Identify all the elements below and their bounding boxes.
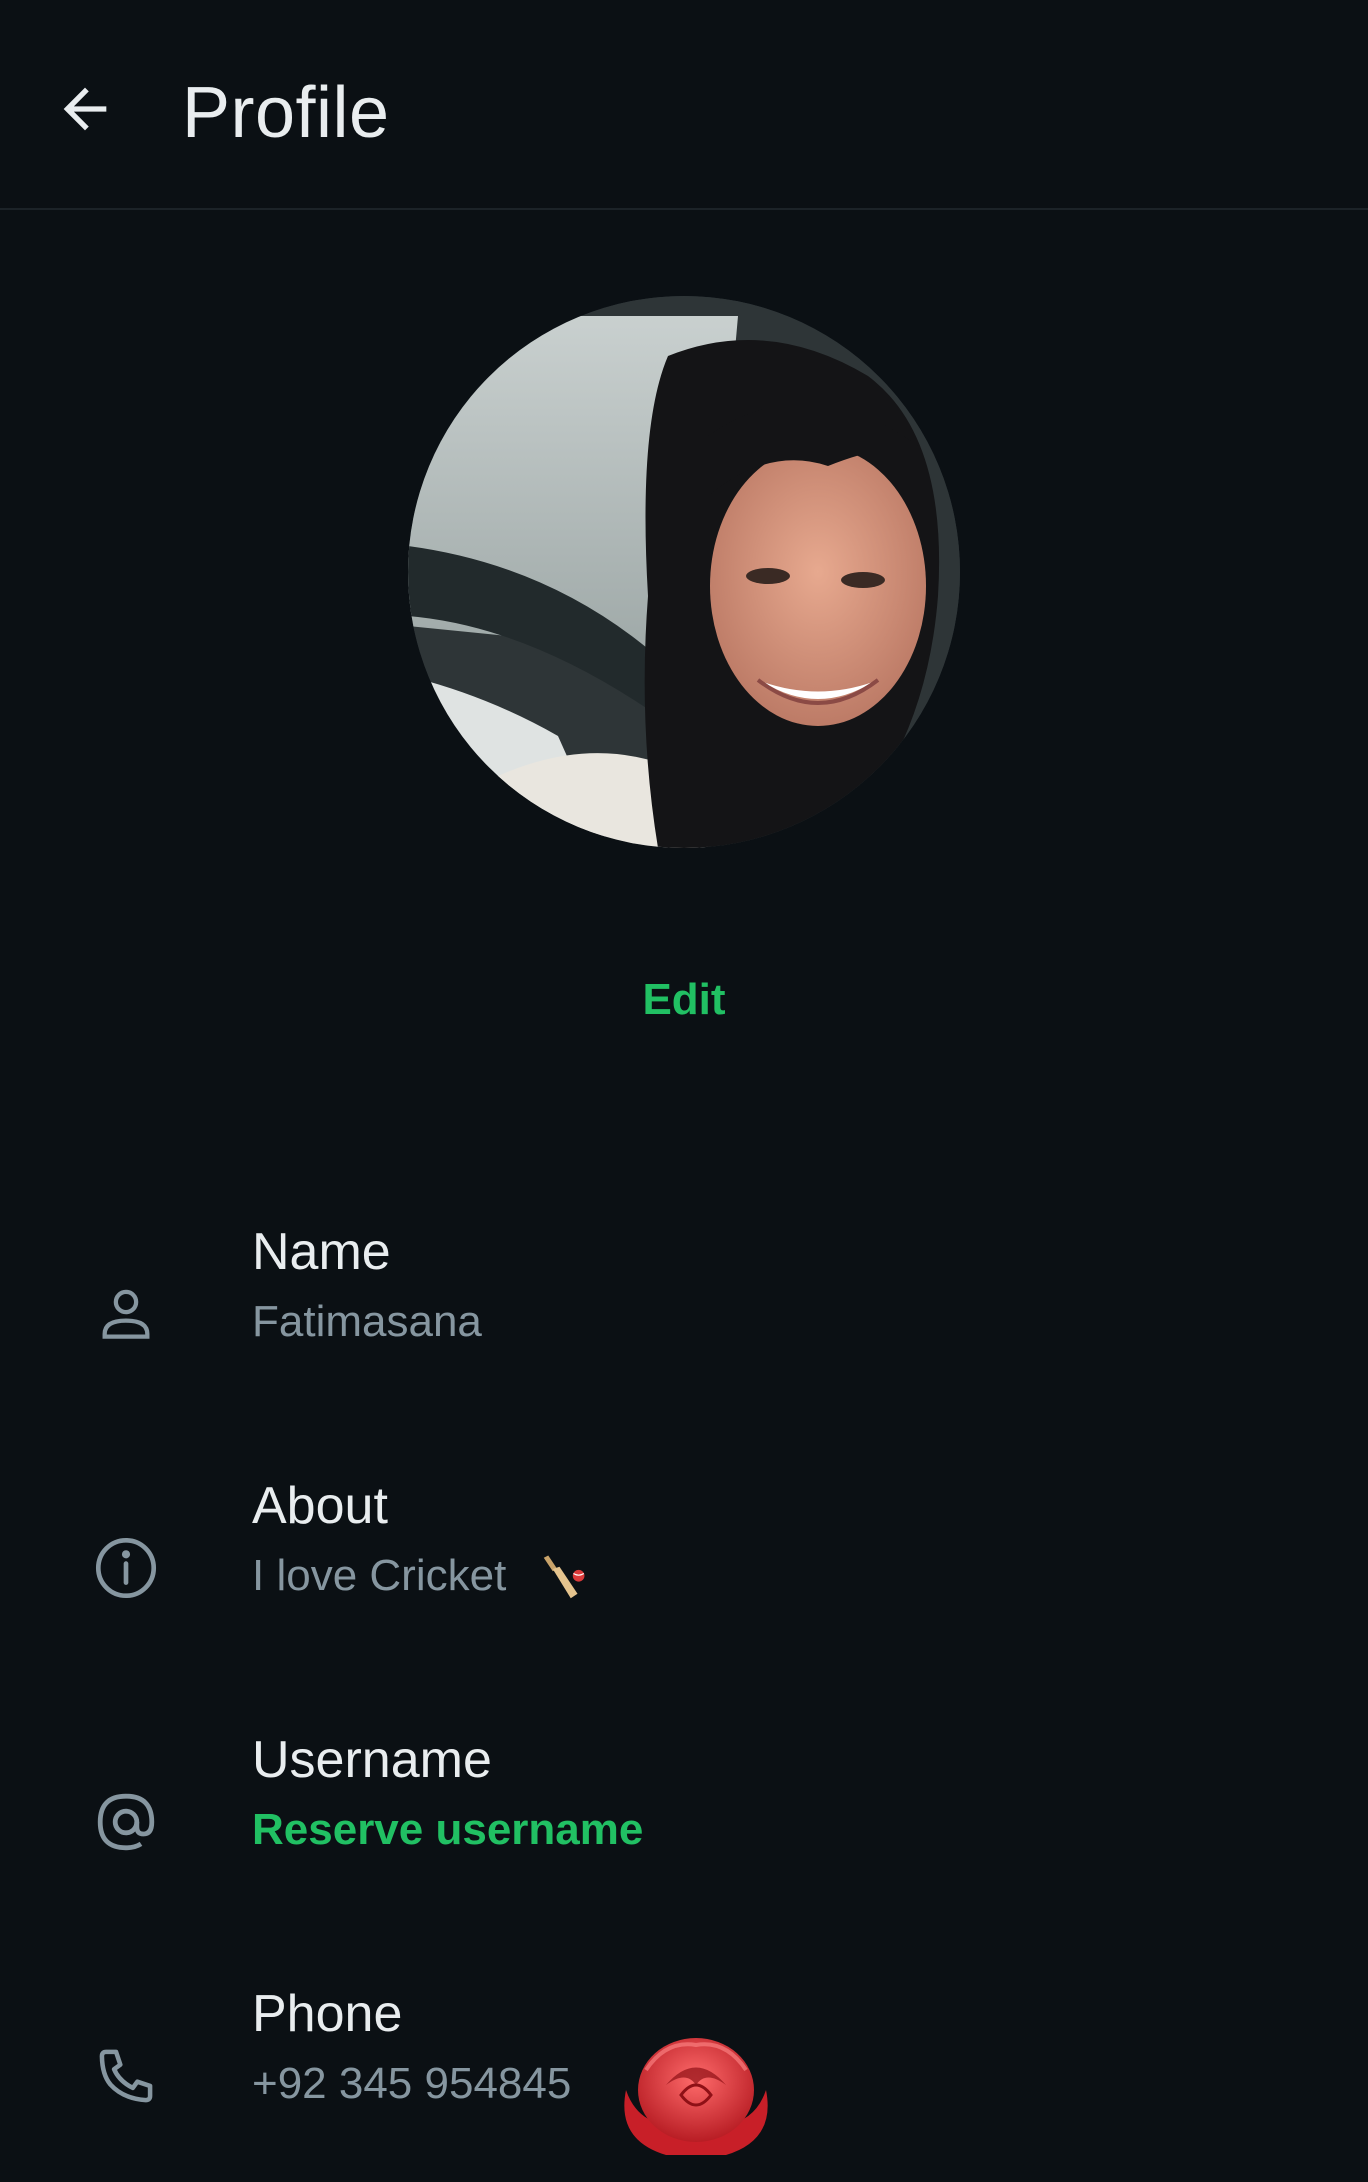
profile-photo-image (408, 296, 960, 848)
page-title: Profile (182, 73, 390, 153)
arrow-back-icon (63, 87, 107, 131)
username-row[interactable]: Username Reserve username (0, 1728, 1368, 1928)
profile-photo[interactable] (408, 296, 960, 848)
app-bar: Profile (0, 0, 1368, 210)
name-label: Name (252, 1223, 391, 1281)
reserve-username-link[interactable]: Reserve username (252, 1800, 643, 1860)
phone-icon (84, 2034, 168, 2118)
username-label: Username (252, 1731, 492, 1789)
rose-sticker (624, 2038, 768, 2155)
edit-photo-link[interactable]: Edit (0, 970, 1368, 1030)
name-value: Fatimasana (252, 1297, 482, 1346)
about-value: I love Cricket (252, 1551, 507, 1600)
phone-label: Phone (252, 1985, 403, 2043)
about-value-line: I love Cricket (252, 1546, 591, 1606)
info-icon (84, 1526, 168, 1610)
name-row[interactable]: Name Fatimasana (0, 1220, 1368, 1420)
person-icon (84, 1272, 168, 1356)
about-row[interactable]: About I love Cricket (0, 1474, 1368, 1674)
at-sign-icon (84, 1780, 168, 1864)
phone-value: +92 345 954845 (252, 2059, 572, 2108)
about-label: About (252, 1477, 388, 1535)
back-button[interactable] (40, 64, 130, 154)
cricket-bat-emoji (543, 1555, 585, 1599)
